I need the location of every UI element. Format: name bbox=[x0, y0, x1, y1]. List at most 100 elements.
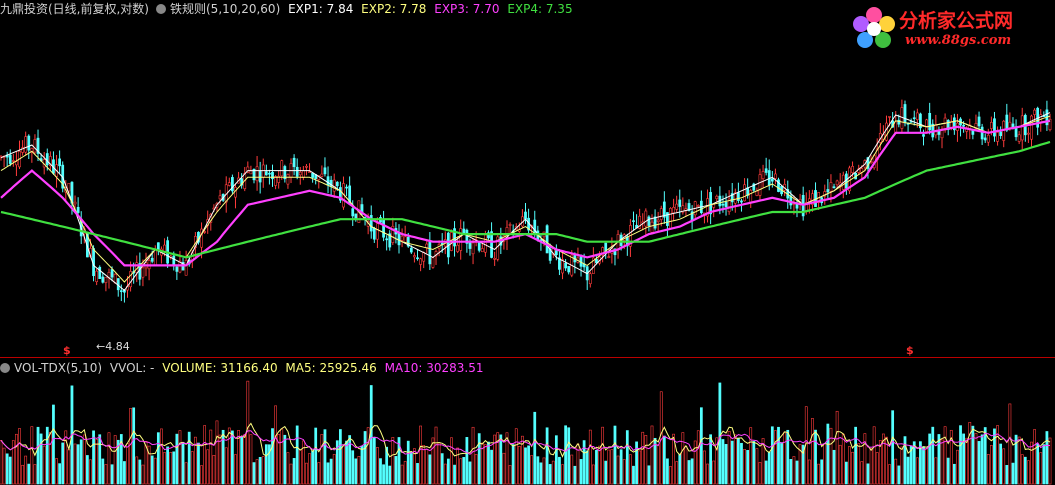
volume-bar bbox=[724, 444, 728, 485]
volume-bar bbox=[860, 461, 864, 485]
candle-body bbox=[382, 219, 385, 238]
volume-bar bbox=[471, 426, 475, 485]
volume-bar bbox=[123, 461, 126, 485]
volume-bar bbox=[820, 459, 824, 485]
volume-bar bbox=[18, 428, 21, 485]
logo-name: 分析家公式网 bbox=[899, 10, 1014, 32]
volume-bar bbox=[345, 440, 348, 485]
volume-bar bbox=[289, 463, 293, 485]
volume-bar bbox=[425, 449, 429, 485]
volume-bar bbox=[780, 442, 783, 485]
candle-body bbox=[1033, 109, 1036, 115]
volume-bar bbox=[952, 463, 956, 485]
candle-body bbox=[564, 262, 567, 269]
volume-bar bbox=[752, 441, 756, 485]
candle-body bbox=[95, 270, 99, 283]
volume-bar bbox=[937, 434, 941, 485]
volume-bar bbox=[730, 440, 734, 485]
volume-bar bbox=[607, 449, 611, 485]
volume-bar bbox=[1048, 437, 1052, 485]
candle-body bbox=[308, 171, 311, 173]
volume-bar bbox=[977, 441, 981, 485]
flower-logo-icon bbox=[853, 7, 895, 48]
volume-bar bbox=[656, 444, 660, 485]
volume-bar bbox=[986, 454, 990, 485]
volume-bar bbox=[817, 463, 820, 485]
volume-bar bbox=[625, 430, 629, 485]
volume-bar bbox=[554, 435, 558, 485]
volume-bar bbox=[243, 434, 247, 485]
volume-bar bbox=[388, 465, 392, 485]
candle-body bbox=[977, 116, 981, 127]
volume-bar bbox=[915, 457, 919, 485]
volume-bar bbox=[632, 465, 635, 485]
candle-body bbox=[669, 208, 672, 230]
volume-bar bbox=[376, 447, 379, 485]
volume-bar bbox=[545, 427, 549, 485]
candle-body bbox=[724, 201, 728, 208]
volume-bar bbox=[613, 425, 617, 485]
volume-bar bbox=[200, 465, 203, 485]
volume-bar bbox=[400, 464, 404, 485]
volume-bar bbox=[971, 425, 975, 485]
volume-bar bbox=[298, 449, 302, 485]
volume-bar bbox=[8, 456, 12, 485]
volume-bar bbox=[240, 436, 244, 485]
volume-bar bbox=[317, 462, 321, 485]
volume-bar bbox=[474, 454, 478, 485]
volume-bar bbox=[372, 437, 376, 485]
volume-bar bbox=[209, 429, 213, 485]
volume-bar bbox=[271, 428, 274, 485]
site-logo: 分析家公式网 www.88gs.com bbox=[849, 4, 1049, 54]
candle-body bbox=[678, 199, 682, 207]
candle-body bbox=[715, 195, 719, 200]
volume-bar bbox=[440, 453, 444, 485]
volume-bar bbox=[993, 428, 996, 485]
candle-body bbox=[101, 276, 105, 283]
volume-bar bbox=[178, 430, 182, 485]
volume-bar bbox=[888, 464, 891, 485]
volume-bar bbox=[564, 425, 567, 485]
candle-body bbox=[737, 192, 740, 201]
volume-bar bbox=[403, 461, 407, 485]
volume-bar bbox=[792, 456, 796, 485]
volume-bar bbox=[419, 425, 422, 485]
candle-body bbox=[332, 179, 336, 192]
volume-bar bbox=[712, 460, 716, 485]
volume-bar bbox=[696, 430, 700, 485]
candle-body bbox=[203, 231, 207, 233]
candle-body bbox=[76, 206, 80, 213]
candle-body bbox=[141, 267, 145, 278]
candle-body bbox=[1020, 115, 1024, 141]
volume-bar bbox=[582, 440, 586, 485]
volume-bar bbox=[379, 458, 382, 485]
volume-bar bbox=[795, 460, 799, 485]
volume-bar bbox=[215, 420, 219, 485]
settings-icon[interactable] bbox=[156, 3, 166, 14]
volume-bar bbox=[104, 464, 108, 485]
candle-body bbox=[989, 122, 993, 129]
volume-bar bbox=[0, 440, 3, 485]
volume-bar bbox=[286, 452, 290, 485]
candle-body bbox=[524, 211, 527, 220]
candle-body bbox=[659, 208, 663, 220]
volume-bar bbox=[52, 404, 55, 485]
volume-bar bbox=[1017, 436, 1021, 485]
volume-bar bbox=[814, 429, 817, 485]
candle-body bbox=[885, 122, 888, 141]
volume-bar bbox=[434, 426, 438, 485]
volume-bar bbox=[743, 449, 746, 485]
volume-bar bbox=[823, 443, 827, 485]
candle-body bbox=[554, 250, 558, 255]
volume-bar bbox=[477, 433, 481, 485]
candle-body bbox=[419, 258, 422, 265]
candle-body bbox=[175, 266, 179, 272]
volume-bar bbox=[875, 452, 879, 485]
candle-body bbox=[962, 124, 965, 127]
volume-bar bbox=[774, 430, 777, 485]
candle-body bbox=[851, 166, 854, 173]
volume-bar bbox=[595, 449, 598, 485]
volume-bar bbox=[530, 455, 534, 485]
candle-body bbox=[428, 241, 432, 265]
candle-body bbox=[58, 158, 62, 167]
